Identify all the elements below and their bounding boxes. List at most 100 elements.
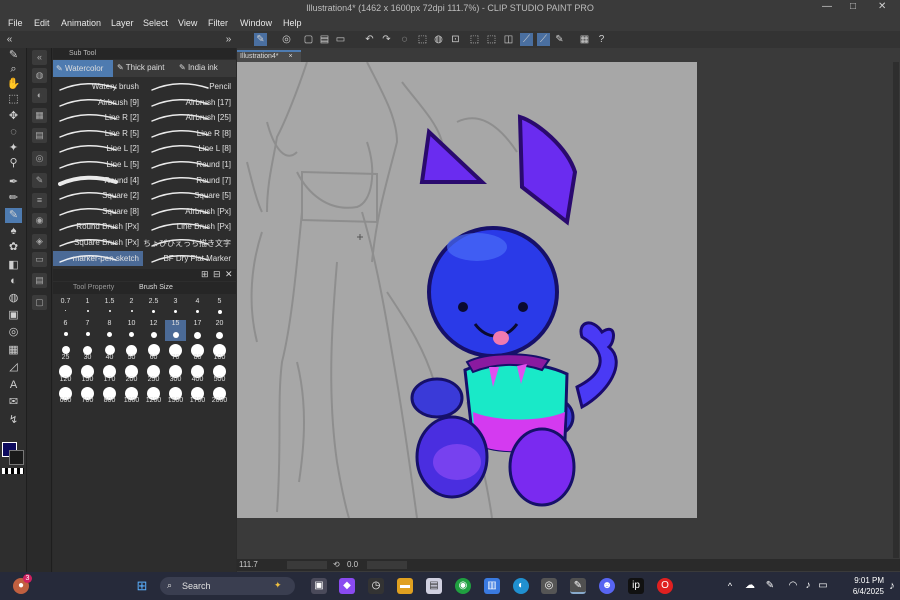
menu-filter[interactable]: Filter <box>208 18 228 28</box>
brush-item[interactable]: Square [8] <box>53 204 143 220</box>
select-layer-icon[interactable]: ⬚ <box>5 92 22 107</box>
store-icon[interactable]: ▤ <box>426 578 442 594</box>
vector-snap-icon[interactable]: ⟋ <box>537 33 550 46</box>
start-icon[interactable]: ⊞ <box>134 578 150 594</box>
brush-size-option[interactable]: 170 <box>99 363 120 384</box>
menu-animation[interactable]: Animation <box>61 18 101 28</box>
clear-icon[interactable]: ⬚ <box>416 33 429 46</box>
ip-app-icon[interactable]: ip <box>628 578 644 594</box>
navigator-icon[interactable]: ◎ <box>32 151 47 166</box>
brush-size-option[interactable]: 700 <box>77 384 98 405</box>
clock-app-icon[interactable]: ◷ <box>368 578 384 594</box>
eyedropper-icon[interactable]: ⚲ <box>5 156 22 171</box>
brush-item[interactable]: Round [7] <box>145 173 235 189</box>
zoom-slider[interactable] <box>287 561 327 569</box>
notification-bell-icon[interactable]: ♪ <box>884 578 900 594</box>
tab-tool-property[interactable]: Tool Property <box>73 284 114 291</box>
brush-size-option[interactable]: 800 <box>99 384 120 405</box>
brush-item[interactable]: Airbrush [25] <box>145 110 235 126</box>
brush-size-option[interactable]: 50 <box>121 341 142 362</box>
balloon-icon[interactable]: ✉ <box>5 395 22 410</box>
canvas-area[interactable]: Illustration4* × <box>237 48 900 572</box>
brush-item[interactable]: Line R [8] <box>145 126 235 142</box>
blend-icon[interactable]: ◐ <box>5 274 22 289</box>
brush-size-option[interactable]: 100 <box>209 341 230 362</box>
menu-edit[interactable]: Edit <box>34 18 50 28</box>
pencil-icon[interactable]: ✏ <box>5 191 22 206</box>
brush-item[interactable]: Line R [2] <box>53 110 143 126</box>
save-icon[interactable]: ▭ <box>334 33 347 46</box>
brush-size-option[interactable]: 30 <box>77 341 98 362</box>
deselect-icon[interactable]: ◌ <box>398 33 411 46</box>
battery-icon[interactable]: ▭ <box>815 578 831 594</box>
sub-color-swatch[interactable] <box>9 450 24 465</box>
new-icon[interactable]: ▢ <box>302 33 315 46</box>
panel-collapse-icon[interactable]: « <box>3 33 16 46</box>
brush-size-option[interactable]: 1700 <box>187 384 208 405</box>
brush-size-option[interactable]: 1200 <box>143 384 164 405</box>
gradient-icon[interactable]: ▣ <box>5 308 22 323</box>
maximize-button[interactable]: □ <box>850 1 856 12</box>
folder-icon[interactable]: ▢ <box>32 295 47 310</box>
brush-size-option[interactable]: 1000 <box>121 384 142 405</box>
selection-icon[interactable]: ⬚ <box>468 33 481 46</box>
brush-item[interactable]: Pencil <box>145 79 235 95</box>
menu-help[interactable]: Help <box>283 18 302 28</box>
brush-item[interactable]: Line L [5] <box>53 157 143 173</box>
brush-size-option[interactable]: 12 <box>143 320 164 341</box>
brush-size-option[interactable]: 2.5 <box>143 298 164 319</box>
fill-tool-icon[interactable]: ◍ <box>5 291 22 306</box>
menu-view[interactable]: View <box>178 18 197 28</box>
airbrush-icon[interactable]: ♠ <box>5 224 22 239</box>
color-wheel-icon[interactable]: ◐ <box>32 88 47 103</box>
text-icon[interactable]: A <box>5 378 22 393</box>
tab-thick-paint[interactable]: ✎ Thick paint <box>117 63 164 72</box>
layer-props-icon[interactable]: ▭ <box>32 252 47 267</box>
undo-icon[interactable]: ↶ <box>363 33 376 46</box>
close-doc-icon[interactable]: × <box>288 53 292 60</box>
transparent-swatch[interactable] <box>2 468 24 474</box>
menu-select[interactable]: Select <box>143 18 168 28</box>
new-subtool-icon[interactable]: ⊞ <box>201 269 209 280</box>
opera-icon[interactable]: O <box>657 578 673 594</box>
brush-item[interactable]: Round Brush [Px] <box>53 219 143 235</box>
brush-size-option[interactable]: 500 <box>209 363 230 384</box>
rotation-value[interactable]: 0.0 <box>347 560 358 569</box>
pen-mode-icon[interactable]: ✎ <box>254 33 267 46</box>
edge-icon[interactable]: ◐ <box>513 578 529 594</box>
layers-icon[interactable]: ◈ <box>32 234 47 249</box>
chrome-icon[interactable]: ◉ <box>455 578 471 594</box>
brush-item[interactable]: Round [4] <box>53 173 143 189</box>
palette-icon[interactable]: ◍ <box>32 68 47 83</box>
brush-size-option[interactable]: 150 <box>77 363 98 384</box>
brush-item[interactable]: Round [1] <box>145 157 235 173</box>
move-icon[interactable]: ✥ <box>5 109 22 124</box>
brush-size-option[interactable]: 1 <box>77 298 98 319</box>
menu-file[interactable]: File <box>8 18 23 28</box>
grid-icon[interactable]: ▦ <box>578 33 591 46</box>
brush-size-option[interactable]: 40 <box>99 341 120 362</box>
brush-item[interactable]: Line R [5] <box>53 126 143 142</box>
ruler-snap-icon[interactable]: ⟋ <box>520 33 533 46</box>
rotation-slider[interactable] <box>367 561 407 569</box>
brush-item[interactable]: Square [2] <box>53 188 143 204</box>
weather-icon[interactable]: ☁ <box>742 578 758 594</box>
tray-chevron-icon[interactable]: ^ <box>722 578 738 594</box>
zoom-icon[interactable]: ⌕ <box>5 62 22 77</box>
brush-size-option[interactable]: 1.5 <box>99 298 120 319</box>
file-explorer-icon[interactable]: ▬ <box>397 578 413 594</box>
canvas-paper[interactable] <box>237 61 697 519</box>
brush-size-option[interactable]: 4 <box>187 298 208 319</box>
brush-size-option[interactable]: 25 <box>55 341 76 362</box>
pen-tray-icon[interactable]: ✎ <box>762 578 778 594</box>
pen-icon[interactable]: ✎ <box>5 48 22 63</box>
close-button[interactable]: ✕ <box>878 1 886 12</box>
brush-size-option[interactable]: 2000 <box>209 384 230 405</box>
fill-icon[interactable]: ◍ <box>432 33 445 46</box>
menu-layer[interactable]: Layer <box>111 18 134 28</box>
layer-mode-icon[interactable]: ◎ <box>280 33 293 46</box>
eraser-icon[interactable]: ◧ <box>5 258 22 273</box>
brush-item[interactable]: Airbrush [Px] <box>145 204 235 220</box>
redo-icon[interactable]: ↷ <box>380 33 393 46</box>
brush-size-option[interactable]: 250 <box>143 363 164 384</box>
